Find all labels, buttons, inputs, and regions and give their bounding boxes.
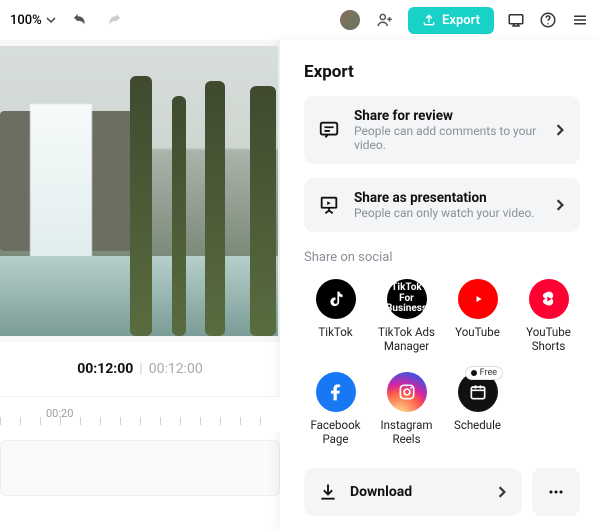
device-preview-button[interactable] bbox=[506, 10, 526, 30]
chevron-right-icon bbox=[554, 124, 566, 136]
editor-canvas-column: 00:12:00 | 00:12:00 00:20 bbox=[0, 40, 280, 530]
tiktok-ads-icon: TikTok For Business bbox=[387, 279, 427, 319]
export-panel: Export Share for review People can add c… bbox=[280, 40, 600, 530]
export-panel-title: Export bbox=[304, 62, 580, 82]
free-badge: Free bbox=[465, 366, 503, 380]
redo-button[interactable] bbox=[104, 10, 124, 30]
chevron-right-icon bbox=[496, 486, 508, 498]
timecode-current: 00:12:00 bbox=[77, 361, 133, 377]
download-icon bbox=[318, 482, 338, 502]
upload-icon bbox=[422, 13, 436, 27]
avatar[interactable] bbox=[338, 8, 362, 32]
download-label: Download bbox=[350, 484, 484, 500]
export-button-label: Export bbox=[442, 13, 480, 28]
social-label: YouTube Shorts bbox=[517, 325, 580, 354]
timecode-display: 00:12:00 | 00:12:00 bbox=[0, 342, 280, 396]
share-schedule[interactable]: Free Schedule bbox=[446, 372, 509, 447]
share-tiktok-ads[interactable]: TikTok For Business TikTok Ads Manager bbox=[375, 279, 438, 354]
social-label: Schedule bbox=[454, 418, 501, 432]
ellipsis-icon bbox=[546, 482, 566, 502]
instagram-icon bbox=[387, 372, 427, 412]
help-button[interactable] bbox=[538, 10, 558, 30]
collaborator-avatars[interactable] bbox=[338, 8, 362, 32]
download-button[interactable]: Download bbox=[304, 468, 522, 516]
chevron-down-icon bbox=[46, 15, 56, 25]
share-review-title: Share for review bbox=[354, 108, 540, 124]
share-youtube-shorts[interactable]: YouTube Shorts bbox=[517, 279, 580, 354]
undo-button[interactable] bbox=[70, 10, 90, 30]
social-label: TikTok Ads Manager bbox=[375, 325, 438, 354]
social-share-grid: TikTok TikTok For Business TikTok Ads Ma… bbox=[304, 279, 580, 447]
facebook-icon bbox=[316, 372, 356, 412]
social-label: Facebook Page bbox=[304, 418, 367, 447]
top-toolbar: 100% Export bbox=[0, 0, 600, 40]
zoom-dropdown[interactable]: 100% bbox=[10, 13, 56, 28]
presentation-icon bbox=[318, 194, 340, 216]
video-preview[interactable] bbox=[0, 46, 278, 336]
share-review-subtitle: People can add comments to your video. bbox=[354, 124, 540, 152]
more-options-button[interactable] bbox=[532, 468, 580, 516]
share-on-social-label: Share on social bbox=[304, 250, 580, 265]
share-presentation-title: Share as presentation bbox=[354, 190, 540, 206]
timeline-ruler[interactable]: 00:20 bbox=[0, 396, 280, 432]
timeline-track[interactable] bbox=[0, 440, 280, 496]
social-label: TikTok bbox=[318, 325, 352, 339]
zoom-value: 100% bbox=[10, 13, 42, 28]
export-button[interactable]: Export bbox=[408, 7, 494, 34]
youtube-icon bbox=[458, 279, 498, 319]
social-label: YouTube bbox=[455, 325, 500, 339]
comment-icon bbox=[318, 119, 340, 141]
share-presentation-subtitle: People can only watch your video. bbox=[354, 206, 540, 220]
share-facebook[interactable]: Facebook Page bbox=[304, 372, 367, 447]
timecode-duration: 00:12:00 bbox=[149, 361, 203, 377]
ruler-tick-label: 00:20 bbox=[46, 407, 73, 420]
menu-button[interactable] bbox=[570, 10, 590, 30]
share-for-review-card[interactable]: Share for review People can add comments… bbox=[304, 96, 580, 164]
share-instagram[interactable]: Instagram Reels bbox=[375, 372, 438, 447]
tiktok-icon bbox=[316, 279, 356, 319]
share-youtube[interactable]: YouTube bbox=[446, 279, 509, 354]
chevron-right-icon bbox=[554, 199, 566, 211]
youtube-shorts-icon bbox=[529, 279, 569, 319]
social-label: Instagram Reels bbox=[375, 418, 438, 447]
share-as-presentation-card[interactable]: Share as presentation People can only wa… bbox=[304, 178, 580, 232]
share-tiktok[interactable]: TikTok bbox=[304, 279, 367, 354]
add-collaborator-button[interactable] bbox=[374, 9, 396, 31]
